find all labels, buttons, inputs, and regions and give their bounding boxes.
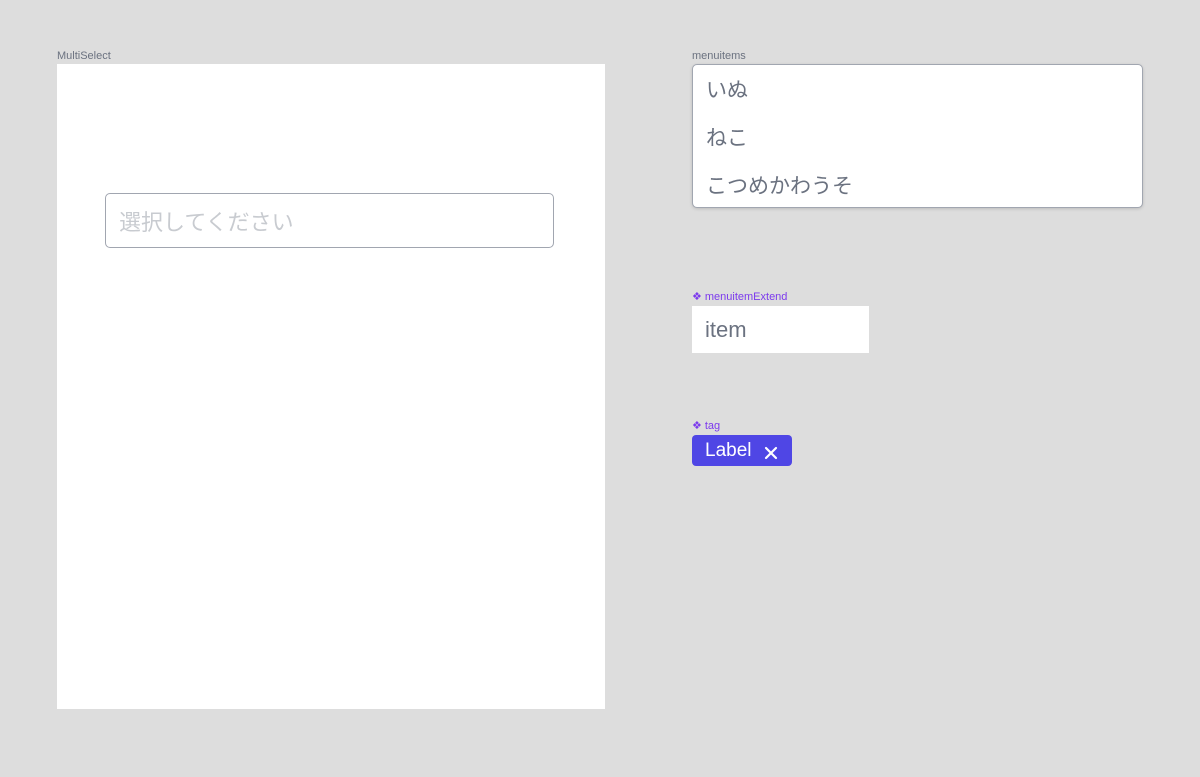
menu-item-kotsumekawauso[interactable]: こつめかわうそ bbox=[693, 161, 1142, 207]
menuitem-extend-component-label: ❖ menuitemExtend bbox=[692, 291, 787, 304]
multiselect-frame-label: MultiSelect bbox=[57, 50, 111, 62]
tag-label-text: tag bbox=[704, 420, 721, 432]
menu-list: いぬ ねこ こつめかわうそ bbox=[692, 64, 1143, 208]
menuitems-frame-label: menuitems bbox=[692, 50, 746, 62]
design-canvas: MultiSelect 選択してください menuitems いぬ ねこ こつめ… bbox=[0, 0, 1200, 777]
multiselect-frame: 選択してください bbox=[57, 64, 605, 709]
component-icon: ❖ bbox=[692, 420, 702, 432]
tag-label: Label bbox=[705, 439, 752, 461]
menuitem-extend-label-text: menuitemExtend bbox=[704, 291, 788, 303]
multiselect-placeholder: 選択してください bbox=[119, 210, 294, 236]
menu-item-inu[interactable]: いぬ bbox=[693, 65, 1142, 113]
close-icon[interactable] bbox=[764, 444, 778, 459]
tag-component-label: ❖ tag bbox=[692, 420, 720, 433]
menu-item-neko[interactable]: ねこ bbox=[693, 113, 1142, 161]
multiselect-input[interactable]: 選択してください bbox=[105, 193, 554, 248]
tag-chip: Label bbox=[692, 435, 792, 466]
component-icon: ❖ bbox=[692, 291, 702, 303]
menuitem-extend-item[interactable]: item bbox=[692, 306, 869, 353]
